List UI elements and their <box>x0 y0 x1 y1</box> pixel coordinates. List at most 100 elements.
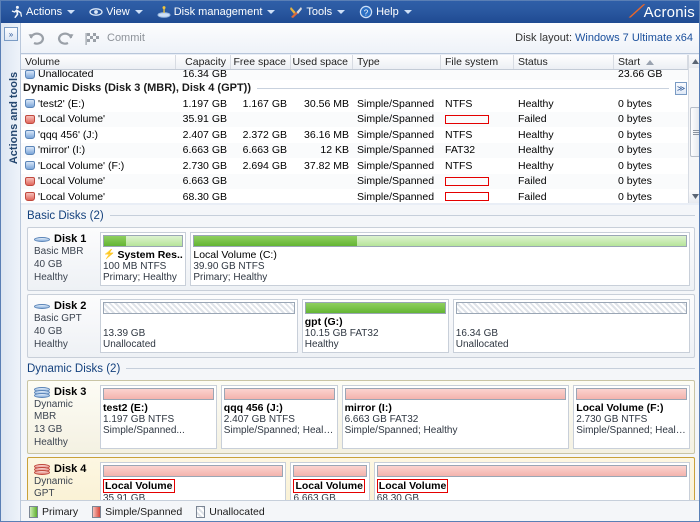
table-row[interactable]: 'mirror' (I:) 6.663 GB 6.663 GB 12 KB Simple… <box>21 142 699 158</box>
volume-title-label: Local Volume <box>105 480 173 492</box>
cell-used-space: 37.82 MB <box>304 159 349 172</box>
column-header-capacity[interactable]: Capacity <box>176 55 231 69</box>
volume-title: qqq 456 (J:) <box>224 402 335 414</box>
section-header: Dynamic Disks (2) <box>27 360 695 377</box>
disk-volume-block[interactable]: qqq 456 (J:) 2.407 GB NTFS Simple/Spanned;… <box>220 385 338 449</box>
volume-healthy-icon <box>25 130 35 140</box>
menu-item-view[interactable]: View <box>85 2 153 22</box>
cell-volume: 'Local Volume' <box>21 113 176 125</box>
legend-item-simple-spanned: Simple/Spanned <box>92 505 182 518</box>
column-header-type[interactable]: Type <box>353 55 441 69</box>
disk-card[interactable]: Disk 1 Basic MBR 40 GB Healthy ⚡ System Res..… <box>27 227 695 291</box>
cell-free-space: 6.663 GB <box>242 144 287 157</box>
volume-healthy-icon <box>25 161 35 171</box>
legend-swatch-simple-spanned-icon <box>92 505 102 518</box>
disk-basic-icon <box>34 233 50 245</box>
cell-type: Simple/Spanned <box>357 97 435 110</box>
table-scrollbar[interactable] <box>688 55 699 203</box>
scroll-up-button[interactable] <box>689 55 699 68</box>
cell-start: 0 bytes <box>618 159 652 172</box>
commit-button[interactable]: Commit <box>85 32 145 45</box>
column-header-start[interactable]: Start <box>614 55 688 69</box>
table-row[interactable]: 'test2' (E:) 1.197 GB 1.167 GB 30.56 MB Simp… <box>21 96 699 112</box>
table-row[interactable]: 'Local Volume' 68.30 GB Simple/Spanned Fail… <box>21 189 699 203</box>
disk-card[interactable]: Disk 3 Dynamic MBR 13 GB Healthy test2 (E:) 1… <box>27 380 695 454</box>
cell-capacity: 35.91 GB <box>182 113 227 126</box>
cell-status: Failed <box>518 175 547 188</box>
disk-volume-strip: 13.39 GB Unallocated gpt (G:) 10.15 GB FAT3… <box>100 299 690 353</box>
acronis-wordmark: Acronis <box>643 3 695 21</box>
cell-volume-label: 'test2' (E:) <box>38 97 85 110</box>
volume-failed-icon <box>25 192 35 202</box>
disk-volume-block[interactable]: gpt (G:) 10.15 GB FAT32 Healthy <box>301 299 449 353</box>
volume-detail-line: Unallocated <box>455 339 509 350</box>
menu-item-help[interactable]: ? Help <box>355 2 422 22</box>
volume-detail-line: Simple/Spanned; Healthy <box>576 425 687 436</box>
chevron-down-icon <box>67 10 76 14</box>
missing-filesystem-highlight <box>445 176 489 186</box>
disk-layout-value[interactable]: Windows 7 Ultimate x64 <box>575 32 693 44</box>
column-header-volume[interactable]: Volume <box>21 55 176 69</box>
volume-healthy-icon <box>25 145 35 155</box>
table-row[interactable]: Unallocated 16.34 GB 23.66 GB <box>21 70 699 80</box>
volume-detail-line: 10.15 GB FAT32 <box>304 328 379 339</box>
legend-item-primary: Primary <box>29 505 78 518</box>
menu-item-tools[interactable]: Tools <box>285 2 355 22</box>
volume-title-row: Local Volume <box>293 479 366 493</box>
disk-icon <box>157 5 171 19</box>
volume-title-row: qqq 456 (J:) <box>224 402 335 414</box>
menu-item-actions[interactable]: Actions <box>5 2 85 22</box>
disk-volume-block[interactable]: 13.39 GB Unallocated <box>100 299 298 353</box>
volume-title-row: mirror (I:) <box>345 402 567 414</box>
scroll-down-button[interactable] <box>689 190 699 203</box>
cell-type: Simple/Spanned <box>357 113 435 126</box>
cell-free-space: 2.372 GB <box>242 128 287 141</box>
cell-file-system <box>441 176 514 186</box>
cell-file-system: NTFS <box>445 159 473 172</box>
disk-platter <box>34 470 50 475</box>
caret-up-icon <box>692 59 699 64</box>
table-row[interactable]: 'qqq 456' (J:) 2.407 GB 2.372 GB 36.16 MB Si… <box>21 127 699 143</box>
disk-volume-block[interactable]: Local Volume (F:) 2.730 GB NTFS Simple/Spa… <box>573 385 690 449</box>
disk-volume-block[interactable]: ⚡ System Res... 100 MB NTFS Primary; Health… <box>100 232 187 286</box>
table-row[interactable]: 'Local Volume' 6.663 GB Simple/Spanned Fail… <box>21 173 699 189</box>
menu-item-disk-management[interactable]: Disk management <box>153 2 286 22</box>
legend-label-unallocated: Unallocated <box>209 505 265 518</box>
disk-meta-line: Healthy <box>34 339 68 350</box>
divider <box>126 368 695 369</box>
column-header-used-space[interactable]: Used space <box>291 55 353 69</box>
disk-volume-block[interactable]: 16.34 GB Unallocated <box>452 299 690 353</box>
disk-dynamic-failed-icon <box>34 463 50 475</box>
disk-card[interactable]: Disk 2 Basic GPT 40 GB Healthy 13.39 GB Unall… <box>27 294 695 358</box>
cell-status: Healthy <box>518 97 554 110</box>
volume-title-row: ⚡ System Res... <box>103 249 183 261</box>
redo-icon <box>57 32 74 45</box>
disk-info: Disk 1 Basic MBR 40 GB Healthy <box>32 232 100 286</box>
column-header-status[interactable]: Status <box>514 55 614 69</box>
disk-volume-block[interactable]: test2 (E:) 1.197 GB NTFS Simple/Spanned... <box>100 385 217 449</box>
volume-table-header: Volume Capacity Free space Used space Ty… <box>21 55 699 70</box>
undo-button[interactable] <box>21 25 51 51</box>
collapse-group-button[interactable]: ≫ <box>675 81 687 95</box>
redo-button[interactable] <box>51 25 81 51</box>
column-header-free-space[interactable]: Free space <box>231 55 291 69</box>
table-row[interactable]: 'Local Volume' 35.91 GB Simple/Spanned Fail… <box>21 111 699 127</box>
volume-title: Local Volume <box>103 479 175 493</box>
disk-meta-line: Dynamic GPT <box>34 476 73 499</box>
undo-icon <box>28 32 45 45</box>
column-header-start-label: Start <box>618 56 641 68</box>
volume-detail-line: 16.34 GB <box>455 328 499 339</box>
tools-icon <box>289 5 303 19</box>
table-row[interactable]: 'Local Volume' (F:) 2.730 GB 2.694 GB 37.82… <box>21 158 699 174</box>
group-header-dynamic-disks[interactable]: Dynamic Disks (Disk 3 (MBR), Disk 4 (GPT… <box>21 80 699 96</box>
disk-volume-block[interactable]: mirror (I:) 6.663 GB FAT32 Simple/Spanned;… <box>341 385 570 449</box>
cell-volume-label: 'Local Volume' <box>38 113 106 126</box>
volume-title-label: Local Volume (C:) <box>193 249 277 261</box>
disk-info: Disk 2 Basic GPT 40 GB Healthy <box>32 299 100 353</box>
expand-rail-button[interactable]: » <box>4 27 18 41</box>
column-header-file-system[interactable]: File system <box>441 55 514 69</box>
volume-usage-bar <box>103 388 214 400</box>
disk-volume-block[interactable]: Local Volume (C:) 39.90 GB NTFS Primary; H… <box>190 232 690 286</box>
scrollbar-thumb[interactable] <box>690 107 699 157</box>
cell-start: 23.66 GB <box>618 70 663 80</box>
